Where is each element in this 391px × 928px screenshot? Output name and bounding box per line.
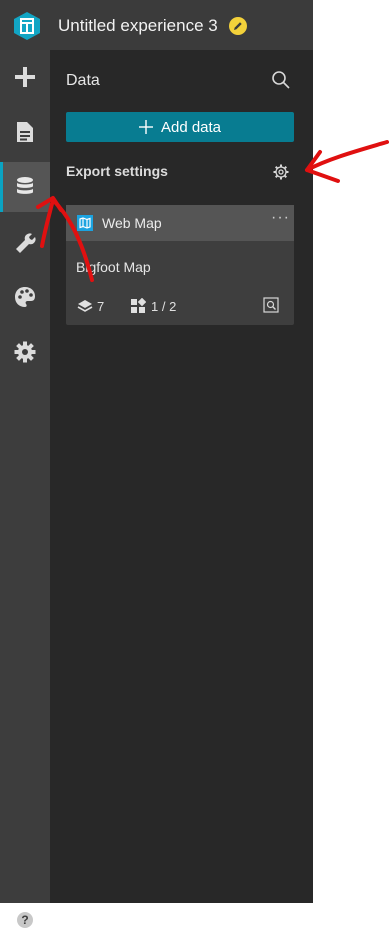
help-button[interactable]: ? <box>17 912 33 928</box>
panel-title: Data <box>66 72 100 89</box>
nav-item-theme[interactable] <box>0 272 50 322</box>
pencil-icon <box>234 22 242 30</box>
data-source-card[interactable]: Web Map ··· Bigfoot Map 7 1 / 2 <box>66 205 294 325</box>
edit-title-button[interactable] <box>229 17 247 35</box>
experience-builder-logo-icon[interactable] <box>12 11 42 41</box>
add-data-button[interactable]: Add data <box>66 112 294 142</box>
wrench-icon <box>16 233 36 253</box>
app-window: Untitled experience 3 ? Data Add data Ex… <box>0 0 313 928</box>
layers-count: 7 <box>97 299 105 314</box>
more-options-button[interactable]: ··· <box>271 209 290 227</box>
nav-item-tools[interactable] <box>0 217 50 267</box>
document-icon <box>17 122 33 142</box>
database-icon <box>17 177 33 194</box>
plus-icon <box>138 120 153 134</box>
data-panel: Data Add data Export settings Web Map ··… <box>50 50 313 903</box>
layers-icon <box>77 300 93 312</box>
view-details-icon[interactable] <box>263 297 279 313</box>
nav-item-insert[interactable] <box>0 52 50 102</box>
widgets-usage-count: 1 / 2 <box>151 299 177 314</box>
nav-item-page[interactable] <box>0 107 50 157</box>
web-map-icon <box>77 215 93 231</box>
plus-icon <box>15 67 35 87</box>
help-icon: ? <box>21 913 29 927</box>
gear-icon <box>14 341 36 363</box>
nav-item-data[interactable] <box>0 162 50 212</box>
data-source-type-label: Web Map <box>102 215 162 231</box>
add-data-label: Add data <box>160 118 222 136</box>
palette-icon <box>15 287 35 307</box>
data-source-card-header: Web Map ··· <box>66 205 294 241</box>
nav-item-settings[interactable] <box>0 327 50 377</box>
search-icon[interactable] <box>271 70 291 90</box>
export-settings-label: Export settings <box>66 163 168 179</box>
widgets-icon <box>131 298 146 313</box>
arrow-to-export-gear <box>305 140 389 183</box>
app-header: Untitled experience 3 <box>0 0 313 50</box>
export-settings-gear-icon[interactable] <box>273 164 289 180</box>
experience-title: Untitled experience 3 <box>58 16 218 35</box>
data-source-name: Bigfoot Map <box>76 259 151 275</box>
left-nav: ? <box>0 50 50 928</box>
